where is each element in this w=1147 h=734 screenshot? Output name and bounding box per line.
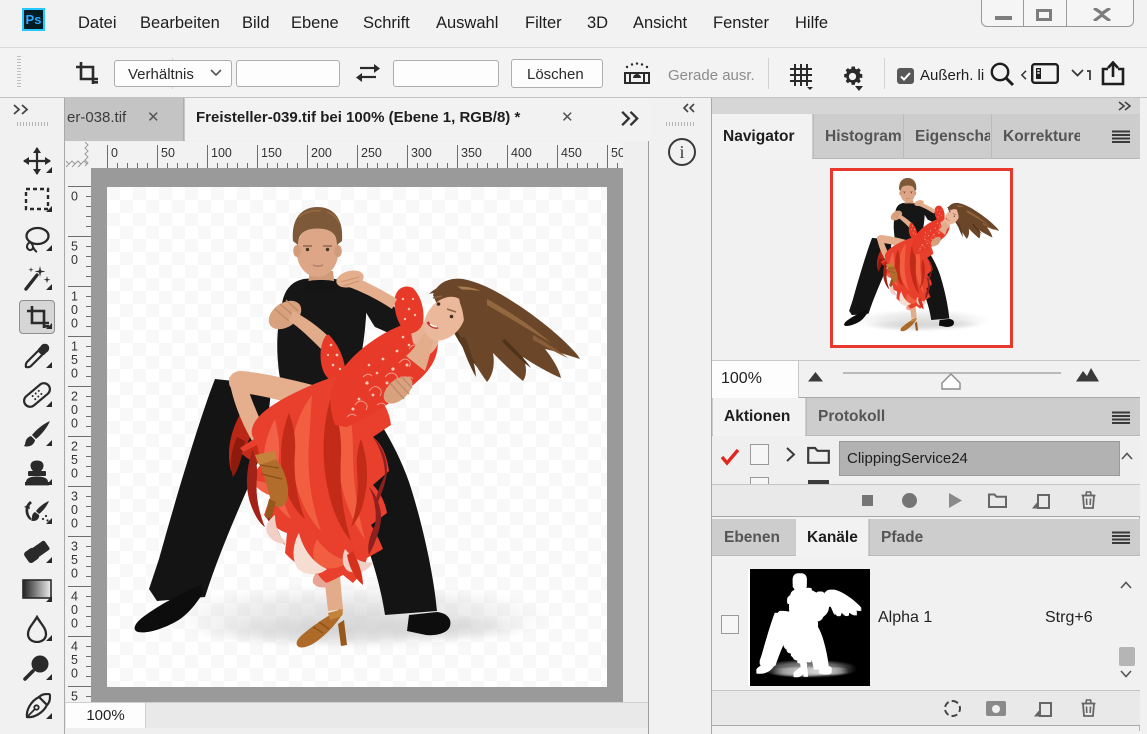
svg-text:0: 0 bbox=[111, 146, 118, 160]
svg-text:0: 0 bbox=[71, 417, 78, 431]
svg-text:100: 100 bbox=[211, 146, 232, 160]
svg-text:0: 0 bbox=[71, 317, 78, 331]
svg-text:5: 5 bbox=[71, 240, 78, 254]
svg-text:0: 0 bbox=[71, 190, 78, 204]
svg-text:4: 4 bbox=[71, 590, 78, 604]
svg-text:0: 0 bbox=[71, 517, 78, 531]
svg-text:0: 0 bbox=[71, 403, 78, 417]
svg-text:5: 5 bbox=[71, 453, 78, 467]
svg-text:3: 3 bbox=[71, 490, 78, 504]
svg-text:5: 5 bbox=[71, 653, 78, 667]
svg-text:0: 0 bbox=[71, 667, 78, 681]
svg-text:0: 0 bbox=[71, 467, 78, 481]
svg-text:50: 50 bbox=[161, 146, 175, 160]
svg-text:2: 2 bbox=[71, 390, 78, 404]
svg-text:500: 500 bbox=[611, 146, 623, 160]
svg-text:0: 0 bbox=[71, 253, 78, 267]
svg-text:0: 0 bbox=[71, 617, 78, 631]
svg-text:150: 150 bbox=[261, 146, 282, 160]
svg-text:250: 250 bbox=[361, 146, 382, 160]
svg-text:300: 300 bbox=[411, 146, 432, 160]
svg-text:2: 2 bbox=[71, 440, 78, 454]
svg-text:450: 450 bbox=[561, 146, 582, 160]
svg-text:4: 4 bbox=[71, 640, 78, 654]
svg-text:350: 350 bbox=[461, 146, 482, 160]
svg-text:5: 5 bbox=[71, 553, 78, 567]
svg-text:200: 200 bbox=[311, 146, 332, 160]
svg-text:5: 5 bbox=[71, 353, 78, 367]
svg-text:0: 0 bbox=[71, 367, 78, 381]
svg-text:0: 0 bbox=[71, 303, 78, 317]
svg-text:400: 400 bbox=[511, 146, 532, 160]
svg-text:1: 1 bbox=[71, 340, 78, 354]
svg-text:0: 0 bbox=[71, 603, 78, 617]
svg-text:1: 1 bbox=[71, 290, 78, 304]
svg-text:5: 5 bbox=[71, 690, 78, 703]
svg-text:3: 3 bbox=[71, 540, 78, 554]
svg-text:0: 0 bbox=[71, 503, 78, 517]
svg-text:0: 0 bbox=[71, 567, 78, 581]
